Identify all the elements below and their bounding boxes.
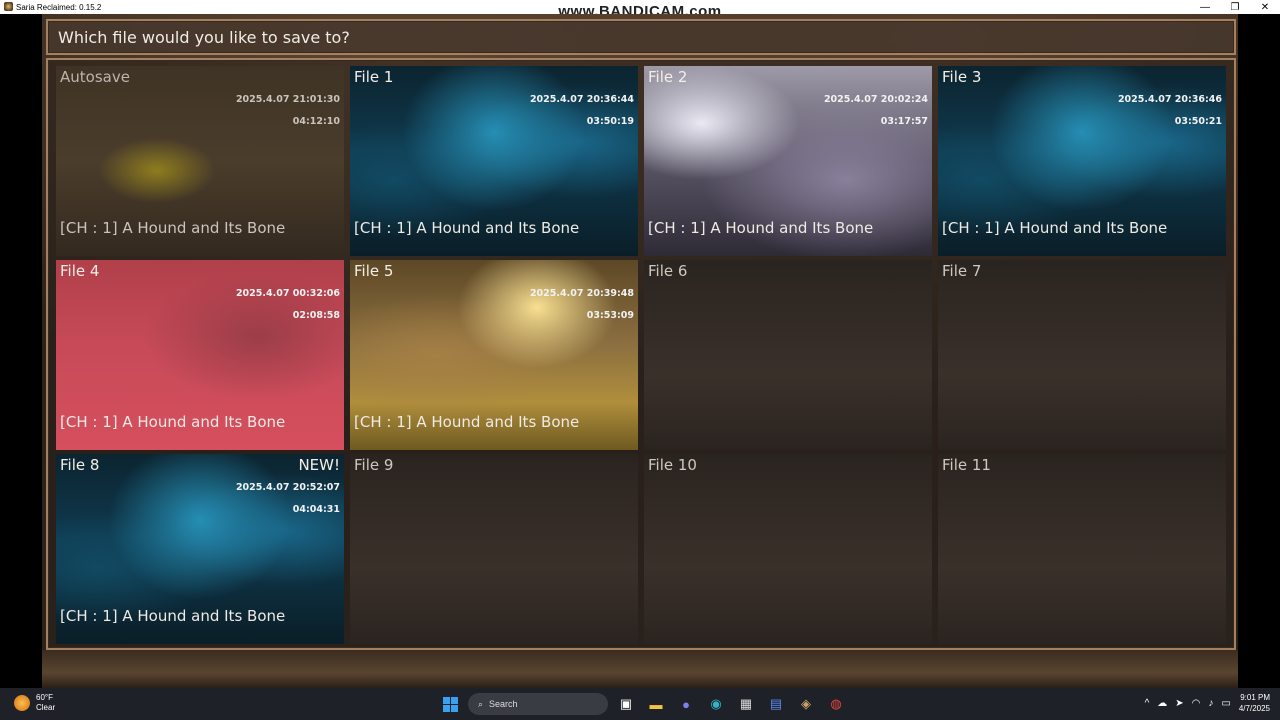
slot-label: File 2 xyxy=(648,68,688,86)
slot-playtime: 04:12:10 xyxy=(292,116,340,127)
slot-thumbnail xyxy=(644,260,932,450)
slot-chapter: [CH : 1] A Hound and Its Bone xyxy=(354,219,580,237)
game-background-bottom xyxy=(42,650,1238,688)
weather-text: 60°F Clear xyxy=(36,693,55,713)
save-slot-file-9[interactable]: File 9 xyxy=(350,454,638,644)
app-icon xyxy=(4,2,13,11)
save-slot-file-5[interactable]: File 5 2025.4.07 20:39:48 03:53:09 [CH :… xyxy=(350,260,638,450)
search-label: Search xyxy=(489,699,518,709)
slot-chapter: [CH : 1] A Hound and Its Bone xyxy=(942,219,1168,237)
edge-icon[interactable]: ◉ xyxy=(704,692,728,716)
system-tray: ^ ☁ ➤ ◠ ♪ ▭ 9:01 PM 4/7/2025 xyxy=(1145,692,1270,714)
slot-label: Autosave xyxy=(60,68,130,86)
slot-playtime: 04:04:31 xyxy=(292,504,340,515)
teams-icon[interactable]: ● xyxy=(674,692,698,716)
slot-thumbnail xyxy=(644,454,932,644)
slot-label: File 6 xyxy=(648,262,688,280)
notepad-icon[interactable]: ▤ xyxy=(764,692,788,716)
game-icon[interactable]: ◈ xyxy=(794,692,818,716)
save-slot-autosave[interactable]: Autosave 2025.4.07 21:01:30 04:12:10 [CH… xyxy=(56,66,344,256)
save-slot-file-7[interactable]: File 7 xyxy=(938,260,1226,450)
wifi-icon[interactable]: ◠ xyxy=(1192,698,1201,709)
save-prompt-text: Which file would you like to save to? xyxy=(58,27,350,47)
taskbar-clock[interactable]: 9:01 PM 4/7/2025 xyxy=(1239,692,1270,714)
slot-label: File 1 xyxy=(354,68,394,86)
window-controls: — ❐ ✕ xyxy=(1190,0,1280,14)
slot-playtime: 03:50:21 xyxy=(1174,116,1222,127)
save-slot-file-2[interactable]: File 2 2025.4.07 20:02:24 03:17:57 [CH :… xyxy=(644,66,932,256)
slot-label: File 10 xyxy=(648,456,697,474)
slot-chapter: [CH : 1] A Hound and Its Bone xyxy=(60,219,286,237)
slot-thumbnail xyxy=(938,454,1226,644)
slot-date: 2025.4.07 21:01:30 xyxy=(235,94,340,105)
volume-icon[interactable]: ♪ xyxy=(1208,698,1213,709)
save-slot-file-3[interactable]: File 3 2025.4.07 20:36:46 03:50:21 [CH :… xyxy=(938,66,1226,256)
slot-chapter: [CH : 1] A Hound and Its Bone xyxy=(60,607,286,625)
save-slot-file-6[interactable]: File 6 xyxy=(644,260,932,450)
search-icon: ⌕ xyxy=(478,698,484,709)
slot-date: 2025.4.07 20:39:48 xyxy=(529,288,634,299)
weather-desc: Clear xyxy=(36,703,56,712)
slot-label: File 3 xyxy=(942,68,982,86)
slot-label: File 9 xyxy=(354,456,394,474)
weather-widget[interactable]: 60°F Clear xyxy=(14,693,55,713)
new-badge: NEW! xyxy=(298,456,340,474)
slot-date: 2025.4.07 00:32:06 xyxy=(235,288,340,299)
file-explorer-icon[interactable]: ▬ xyxy=(644,692,668,716)
save-slot-file-1[interactable]: File 1 2025.4.07 20:36:44 03:50:19 [CH :… xyxy=(350,66,638,256)
windows-taskbar: 60°F Clear ⌕ Search ▣ ▬ ● ◉ ▦ ▤ ◈ ◍ ^ ☁ … xyxy=(0,688,1280,720)
save-slot-file-8[interactable]: File 8 NEW! 2025.4.07 20:52:07 04:04:31 … xyxy=(56,454,344,644)
send-icon[interactable]: ➤ xyxy=(1175,698,1183,709)
slot-label: File 7 xyxy=(942,262,982,280)
clock-time: 9:01 PM xyxy=(1240,693,1270,702)
slot-chapter: [CH : 1] A Hound and Its Bone xyxy=(354,413,580,431)
window-titlebar[interactable]: Saria Reclaimed: 0.15.2 www.BANDICAM.com… xyxy=(0,0,1280,20)
maximize-button[interactable]: ❐ xyxy=(1220,0,1250,14)
slot-date: 2025.4.07 20:02:24 xyxy=(823,94,928,105)
store-icon[interactable]: ▦ xyxy=(734,692,758,716)
chevron-up-icon[interactable]: ^ xyxy=(1145,698,1150,709)
clock-date: 4/7/2025 xyxy=(1238,704,1270,713)
save-slot-file-10[interactable]: File 10 xyxy=(644,454,932,644)
game-viewport: Which file would you like to save to? Au… xyxy=(0,14,1280,688)
windows-start-icon[interactable] xyxy=(438,692,462,716)
slot-playtime: 03:53:09 xyxy=(586,310,634,321)
slot-label: File 11 xyxy=(942,456,991,474)
slot-thumbnail xyxy=(350,454,638,644)
save-slot-file-11[interactable]: File 11 xyxy=(938,454,1226,644)
slot-playtime: 03:17:57 xyxy=(880,116,928,127)
minimize-button[interactable]: — xyxy=(1190,0,1220,14)
task-view-icon[interactable]: ▣ xyxy=(614,692,638,716)
close-button[interactable]: ✕ xyxy=(1250,0,1280,14)
weather-sun-icon xyxy=(14,695,30,711)
save-slot-grid: Autosave 2025.4.07 21:01:30 04:12:10 [CH… xyxy=(46,58,1236,650)
save-slot-file-4[interactable]: File 4 2025.4.07 00:32:06 02:08:58 [CH :… xyxy=(56,260,344,450)
battery-icon[interactable]: ▭ xyxy=(1221,698,1230,709)
slot-playtime: 03:50:19 xyxy=(586,116,634,127)
slot-date: 2025.4.07 20:36:46 xyxy=(1117,94,1222,105)
slot-playtime: 02:08:58 xyxy=(292,310,340,321)
slot-label: File 8 xyxy=(60,456,100,474)
taskbar-apps: ⌕ Search ▣ ▬ ● ◉ ▦ ▤ ◈ ◍ xyxy=(438,692,848,716)
cloud-icon[interactable]: ☁ xyxy=(1157,698,1167,709)
slot-label: File 4 xyxy=(60,262,100,280)
slot-thumbnail xyxy=(938,260,1226,450)
slot-chapter: [CH : 1] A Hound and Its Bone xyxy=(60,413,286,431)
slot-date: 2025.4.07 20:36:44 xyxy=(529,94,634,105)
weather-temp: 60°F xyxy=(36,693,53,702)
save-prompt-box: Which file would you like to save to? xyxy=(46,19,1236,55)
slot-chapter: [CH : 1] A Hound and Its Bone xyxy=(648,219,874,237)
window-title: Saria Reclaimed: 0.15.2 xyxy=(16,2,102,12)
slot-label: File 5 xyxy=(354,262,394,280)
taskbar-search[interactable]: ⌕ Search xyxy=(468,693,608,715)
chrome-icon[interactable]: ◍ xyxy=(824,692,848,716)
slot-date: 2025.4.07 20:52:07 xyxy=(235,482,340,493)
